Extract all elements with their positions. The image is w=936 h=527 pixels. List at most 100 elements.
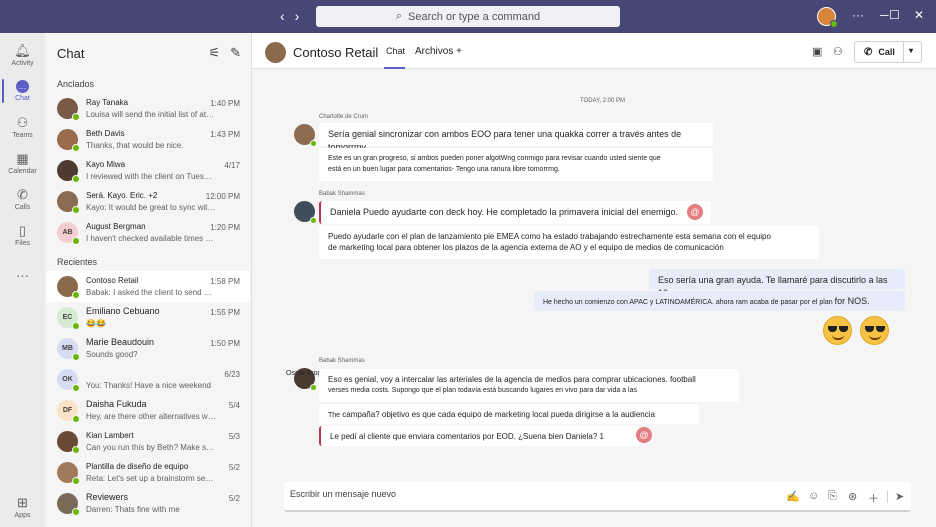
chat-list-title: Chat xyxy=(57,46,85,61)
avatar: DF xyxy=(57,400,80,423)
my-message-bubble: He hecho un comienzo con APAC y LATINOAM… xyxy=(534,291,905,311)
avatar xyxy=(57,129,80,152)
chat-time: 1:20 PM xyxy=(210,223,240,232)
avatar xyxy=(57,493,80,516)
time-divider: TODAY, 2:00 PM xyxy=(580,98,626,104)
chat-list-item[interactable]: Ray Tanaka Louisa will send the initial l… xyxy=(47,93,250,124)
chat-time: 1:40 PM xyxy=(210,99,240,108)
attach-icon[interactable]: ⎘ xyxy=(828,490,837,503)
rail-calendar[interactable]: ▦ Calendar xyxy=(0,145,45,181)
chat-list-item[interactable]: Contoso Retail Babak: I asked the client … xyxy=(47,271,250,302)
mention-icon: @ xyxy=(636,427,652,443)
chat-time: 6/23 xyxy=(224,370,240,379)
active-tab-indicator xyxy=(384,67,405,69)
status-dot xyxy=(72,415,80,423)
chat-name: Reviewers xyxy=(86,492,129,502)
chat-list-item[interactable]: EC Emiliano Cebuano 😂😂 1:55 PM xyxy=(47,302,250,333)
chat-preview: Reta: Let's set up a brainstorm session … xyxy=(86,474,216,483)
chat-list-item[interactable]: DF Daisha Fukuda Hey, are there other alte… xyxy=(47,395,250,426)
avatar: MB xyxy=(57,338,80,361)
rail-calls[interactable]: ✆ Calls xyxy=(0,181,45,217)
chat-list-item[interactable]: Kayo Miwa I reviewed with the client on T… xyxy=(47,155,250,186)
chat-time: 5/2 xyxy=(228,494,240,503)
loop-icon[interactable]: ⊛ xyxy=(848,490,857,503)
status-dot xyxy=(72,113,80,121)
more-icon: ··· xyxy=(16,268,29,283)
phone-icon: ✆ xyxy=(864,46,873,58)
format-icon[interactable]: ✍ xyxy=(786,490,800,503)
new-chat-icon[interactable]: ✎ xyxy=(230,45,241,61)
chat-time: 5/3 xyxy=(228,432,240,441)
avatar xyxy=(57,462,80,485)
back-arrow-icon[interactable]: ‹ xyxy=(280,8,285,24)
chevron-down-icon[interactable]: ▾ xyxy=(909,46,913,55)
chat-list-item[interactable]: Será. Kayo. Eric. +2 Kayo: It would be gr… xyxy=(47,186,250,217)
rail-teams[interactable]: ⚇ Teams xyxy=(0,109,45,145)
mention-icon: @ xyxy=(687,204,703,220)
chat-list-item[interactable]: Plantilla de diseño de equipo Reta: Let's… xyxy=(47,457,250,488)
teams-icon: ⚇ xyxy=(16,114,29,130)
chat-name: Plantilla de diseño de equipo xyxy=(86,462,189,471)
phone-icon: ✆ xyxy=(17,186,28,202)
chat-name: Kayo Miwa xyxy=(86,160,126,169)
message-bubble: Daniela Puedo ayudarte con deck hoy. He … xyxy=(319,201,711,224)
chat-list-item[interactable]: AB August Bergman I haven't checked availa… xyxy=(47,217,250,248)
chat-preview: Thanks, that would be nice. xyxy=(86,141,184,150)
rail-files[interactable]: ▯ Files xyxy=(0,217,45,253)
add-icon[interactable]: ＋ xyxy=(868,490,879,506)
chat-list-item[interactable]: Kian Lambert Can you run this by Beth? Ma… xyxy=(47,426,250,457)
chat-icon: … xyxy=(16,80,29,93)
search-box[interactable]: ⌕ Search or type a command xyxy=(316,6,620,27)
close-icon[interactable]: ✕ xyxy=(914,8,924,22)
message-input[interactable] xyxy=(290,489,750,499)
people-icon[interactable]: ⚇ xyxy=(833,45,843,58)
recent-section-label: Recientes xyxy=(57,257,98,267)
chat-name: Marie Beaudouin xyxy=(86,337,155,347)
chat-time: 12:00 PM xyxy=(205,192,240,201)
calendar-icon: ▦ xyxy=(16,150,29,166)
chat-list-item[interactable]: MB Marie Beaudouin Sounds good? 1:50 PM xyxy=(47,333,250,364)
sunglasses-emoji-icon xyxy=(860,316,889,345)
send-icon[interactable]: ➤ xyxy=(895,490,904,503)
chat-preview: Hey, are there other alternatives we c..… xyxy=(86,412,216,421)
message-bubble: The campaña? objetivo es que cada equipo… xyxy=(319,404,699,424)
emoji-icon[interactable]: ☺ xyxy=(808,490,819,502)
rail-apps[interactable]: ⊞ Apps xyxy=(0,489,45,525)
more-options-icon[interactable]: ··· xyxy=(852,8,864,22)
sender-name: Babak Shammas xyxy=(319,191,365,197)
message-bubble: Este es un gran progreso, si ambos puede… xyxy=(319,148,713,181)
tab-files[interactable]: Archivos + xyxy=(415,46,462,57)
chat-main: Contoso Retail Chat Archivos + ▣ ⚇ ✆ Cal… xyxy=(252,33,936,527)
chat-name: Contoso Retail xyxy=(86,276,139,285)
chat-list-item[interactable]: Beth Davis Thanks, that would be nice. 1:4… xyxy=(47,124,250,155)
forward-arrow-icon[interactable]: › xyxy=(295,8,300,24)
chat-time: 1:50 PM xyxy=(210,339,240,348)
rail-chat[interactable]: … Chat xyxy=(0,73,45,109)
tab-chat[interactable]: Chat xyxy=(386,46,405,56)
message-bubble: Eso es genial, voy a intercalar las arte… xyxy=(319,369,739,402)
chat-time: 4/17 xyxy=(224,161,240,170)
chat-time: 1:55 PM xyxy=(210,308,240,317)
call-button[interactable]: ✆ Call ▾ xyxy=(854,41,922,63)
status-dot xyxy=(72,322,80,330)
message-composer: ✍ ☺ ⎘ ⊛ ＋ ➤ xyxy=(284,482,911,512)
minimize-icon[interactable]: ─ xyxy=(880,8,889,22)
avatar xyxy=(57,98,80,121)
chat-preview: You: Thanks! Have a nice weekend xyxy=(86,381,211,390)
avatar xyxy=(57,191,80,214)
chat-name: Emiliano Cebuano xyxy=(86,306,160,316)
avatar xyxy=(294,124,317,147)
apps-icon: ⊞ xyxy=(17,494,28,510)
chat-time: 5/4 xyxy=(228,401,240,410)
maximize-icon[interactable]: ☐ xyxy=(889,8,900,22)
chat-list-item[interactable]: Reviewers Darren: Thats fine with me 5/2 xyxy=(47,488,250,519)
chat-list-item[interactable]: OK You: Thanks! Have a nice weekend 6/23 xyxy=(47,364,250,395)
status-dot xyxy=(72,446,80,454)
user-avatar[interactable] xyxy=(817,7,838,28)
filter-icon[interactable]: ⚟ xyxy=(208,45,220,61)
meeting-notes-icon[interactable]: ▣ xyxy=(812,45,822,58)
sender-name: Babak Shammas xyxy=(319,358,365,364)
chat-preview: Babak: I asked the client to send her fe… xyxy=(86,288,216,297)
rail-more[interactable]: ··· xyxy=(0,259,45,295)
rail-activity[interactable]: 🔔︎ Activity xyxy=(0,37,45,73)
